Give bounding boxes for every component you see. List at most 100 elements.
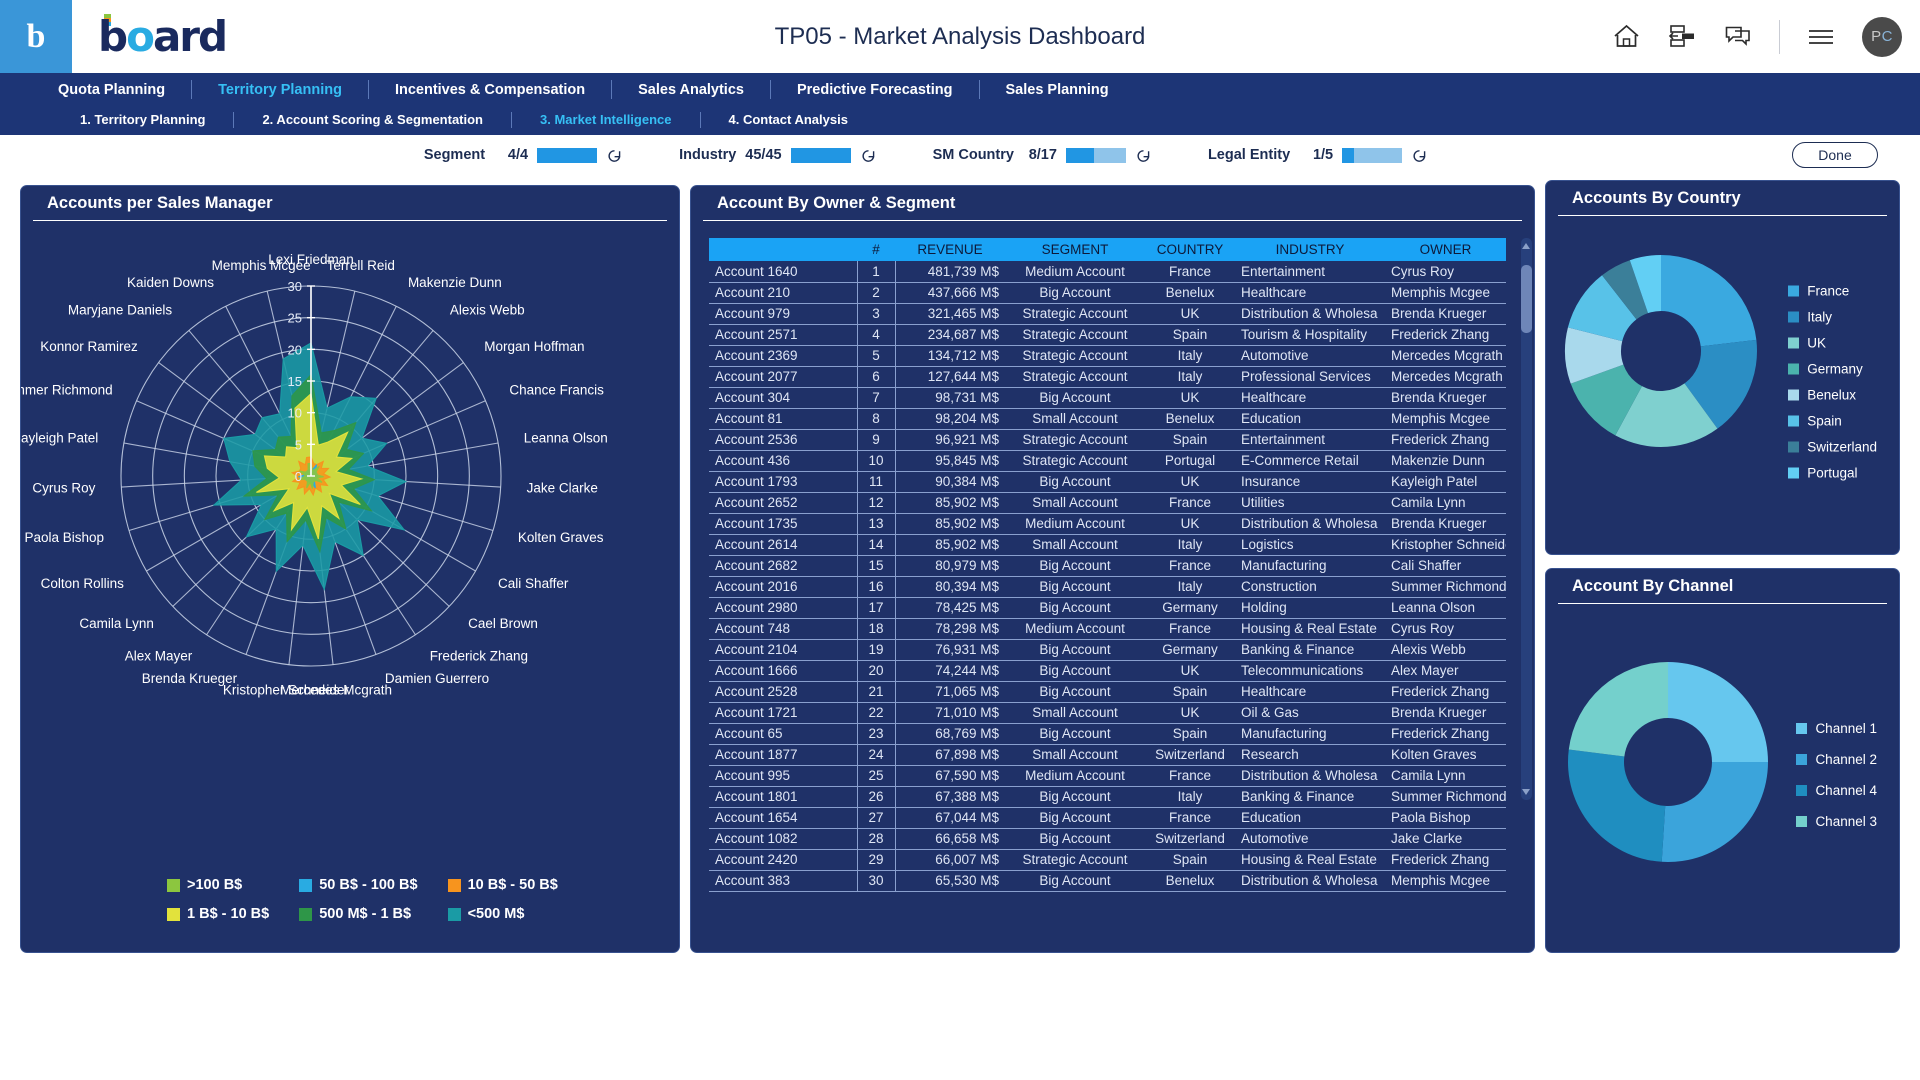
scroll-down-arrow-icon[interactable] — [1522, 789, 1530, 795]
donut-legend-item[interactable]: Italy — [1788, 309, 1877, 324]
nav-tab-predictive-forecasting[interactable]: Predictive Forecasting — [771, 82, 979, 98]
table-row[interactable]: Account 21041976,931 M$Big AccountGerman… — [709, 639, 1506, 660]
subnav-tab-2-account-scoring-segmentation[interactable]: 2. Account Scoring & Segmentation — [234, 112, 511, 127]
radar-legend-item[interactable]: 50 B$ - 100 B$ — [299, 877, 417, 893]
filter-industry[interactable]: Industry45/45 — [679, 147, 877, 164]
filter-reset-icon[interactable] — [606, 147, 623, 164]
table-row[interactable]: Account 9952567,590 M$Medium AccountFran… — [709, 765, 1506, 786]
column-header[interactable]: SEGMENT — [1005, 238, 1145, 261]
donut-legend-item[interactable]: Portugal — [1788, 465, 1877, 480]
layout-panel-icon[interactable] — [1667, 22, 1697, 52]
table-row[interactable]: Account 29801778,425 M$Big AccountGerman… — [709, 597, 1506, 618]
column-header[interactable]: INDUSTRY — [1235, 238, 1385, 261]
table-cell: Insurance — [1235, 471, 1385, 492]
nav-tab-quota-planning[interactable]: Quota Planning — [32, 82, 191, 98]
radar-legend-item[interactable]: >100 B$ — [167, 877, 269, 893]
table-row[interactable]: Account 9793321,465 M$Strategic AccountU… — [709, 303, 1506, 324]
radar-legend-item[interactable]: 500 M$ - 1 B$ — [299, 906, 417, 922]
table-row[interactable]: Account 304798,731 M$Big AccountUKHealth… — [709, 387, 1506, 408]
table-row[interactable]: Account 18772467,898 M$Small AccountSwit… — [709, 744, 1506, 765]
table-row[interactable]: Account 17212271,010 M$Small AccountUKOi… — [709, 702, 1506, 723]
nav-tab-territory-planning[interactable]: Territory Planning — [192, 82, 368, 98]
table-row[interactable]: Account 24202966,007 M$Strategic Account… — [709, 849, 1506, 870]
table-row[interactable]: Account 16662074,244 M$Big AccountUKTele… — [709, 660, 1506, 681]
board-brand-mark[interactable]: b — [0, 0, 72, 73]
table-row[interactable]: Account 25714234,687 M$Strategic Account… — [709, 324, 1506, 345]
table-row[interactable]: Account 23695134,712 M$Strategic Account… — [709, 345, 1506, 366]
filter-segment[interactable]: Segment4/4 — [424, 147, 623, 164]
column-header[interactable]: # — [857, 238, 895, 261]
filter-progress-bar[interactable] — [1066, 148, 1126, 163]
account-table[interactable]: #REVENUESEGMENTCOUNTRYINDUSTRYOWNER Acco… — [709, 238, 1506, 892]
home-icon[interactable] — [1611, 22, 1641, 52]
radar-legend-item[interactable]: 1 B$ - 10 B$ — [167, 906, 269, 922]
donut-legend-item[interactable]: Channel 3 — [1796, 814, 1877, 829]
donut-legend-item[interactable]: Switzerland — [1788, 439, 1877, 454]
filter-progress-bar[interactable] — [1342, 148, 1402, 163]
table-row[interactable]: Account 7481878,298 M$Medium AccountFran… — [709, 618, 1506, 639]
legend-label: 10 B$ - 50 B$ — [468, 877, 558, 893]
donut-legend-item[interactable]: Benelux — [1788, 387, 1877, 402]
hamburger-menu-icon[interactable] — [1806, 22, 1836, 52]
filter-progress-bar[interactable] — [537, 148, 597, 163]
table-scrollbar[interactable] — [1521, 238, 1532, 800]
subnav-tab-1-territory-planning[interactable]: 1. Territory Planning — [52, 112, 233, 127]
table-row[interactable]: Account 26521285,902 M$Small AccountFran… — [709, 492, 1506, 513]
table-row[interactable]: Account 2102437,666 M$Big AccountBenelux… — [709, 282, 1506, 303]
subnav-tab-4-contact-analysis[interactable]: 4. Contact Analysis — [701, 112, 876, 127]
scrollbar-thumb[interactable] — [1521, 265, 1532, 333]
column-header[interactable]: OWNER — [1385, 238, 1506, 261]
table-row[interactable]: Account 4361095,845 M$Strategic AccountP… — [709, 450, 1506, 471]
donut-slice[interactable] — [1662, 762, 1768, 862]
table-row[interactable]: Account 16542767,044 M$Big AccountFrance… — [709, 807, 1506, 828]
column-header[interactable] — [709, 238, 857, 261]
done-button[interactable]: Done — [1792, 142, 1878, 168]
donut-slice[interactable] — [1568, 749, 1665, 861]
filter-progress-bar[interactable] — [791, 148, 851, 163]
table-row[interactable]: Account 18012667,388 M$Big AccountItalyB… — [709, 786, 1506, 807]
column-header[interactable]: COUNTRY — [1145, 238, 1235, 261]
table-row[interactable]: Account 3833065,530 M$Big AccountBenelux… — [709, 870, 1506, 891]
donut-slice[interactable] — [1661, 255, 1756, 346]
nav-tab-sales-planning[interactable]: Sales Planning — [980, 82, 1135, 98]
filter-reset-icon[interactable] — [1135, 147, 1152, 164]
column-header[interactable]: REVENUE — [895, 238, 1005, 261]
nav-tab-sales-analytics[interactable]: Sales Analytics — [612, 82, 770, 98]
donut-legend-item[interactable]: Spain — [1788, 413, 1877, 428]
radar-chart[interactable]: 051015202530Lexi FriedmanTerrell ReidMak… — [21, 221, 679, 833]
table-row[interactable]: Account 26141485,902 M$Small AccountItal… — [709, 534, 1506, 555]
table-row[interactable]: Account 26821580,979 M$Big AccountFrance… — [709, 555, 1506, 576]
donut-legend-item[interactable]: Channel 2 — [1796, 752, 1877, 767]
table-row[interactable]: Account 2536996,921 M$Strategic AccountS… — [709, 429, 1506, 450]
user-avatar[interactable]: PC — [1862, 17, 1902, 57]
donut-slice[interactable] — [1569, 662, 1668, 756]
subnav-tab-3-market-intelligence[interactable]: 3. Market Intelligence — [512, 112, 700, 127]
table-row[interactable]: Account 10822866,658 M$Big AccountSwitze… — [709, 828, 1506, 849]
chat-icon[interactable] — [1723, 22, 1753, 52]
country-donut-body[interactable]: France Italy UK Germany Benelux Spain Switzerl… — [1546, 216, 1899, 547]
table-row[interactable]: Account 20161680,394 M$Big AccountItalyC… — [709, 576, 1506, 597]
donut-legend-item[interactable]: France — [1788, 283, 1877, 298]
donut-legend-item[interactable]: Channel 1 — [1796, 721, 1877, 736]
donut-slice[interactable] — [1668, 662, 1768, 762]
donut-legend-item[interactable]: UK — [1788, 335, 1877, 350]
legend-swatch — [1788, 441, 1799, 452]
table-row[interactable]: Account 20776127,644 M$Strategic Account… — [709, 366, 1506, 387]
channel-donut-body[interactable]: Channel 1 Channel 2 Channel 4 Channel 3 — [1546, 604, 1899, 945]
donut-legend-item[interactable]: Channel 4 — [1796, 783, 1877, 798]
table-row[interactable]: Account 17351385,902 M$Medium AccountUKD… — [709, 513, 1506, 534]
donut-legend-item[interactable]: Germany — [1788, 361, 1877, 376]
table-row[interactable]: Account 16401481,739 M$Medium AccountFra… — [709, 261, 1506, 282]
filter-reset-icon[interactable] — [860, 147, 877, 164]
table-row[interactable]: Account 652368,769 M$Big AccountSpainMan… — [709, 723, 1506, 744]
radar-legend-item[interactable]: 10 B$ - 50 B$ — [448, 877, 558, 893]
table-row[interactable]: Account 81898,204 M$Small AccountBenelux… — [709, 408, 1506, 429]
filter-reset-icon[interactable] — [1411, 147, 1428, 164]
filter-sm-country[interactable]: SM Country8/17 — [933, 147, 1152, 164]
nav-tab-incentives-compensation[interactable]: Incentives & Compensation — [369, 82, 611, 98]
scroll-up-arrow-icon[interactable] — [1522, 243, 1530, 249]
radar-legend-item[interactable]: <500 M$ — [448, 906, 558, 922]
table-row[interactable]: Account 25282171,065 M$Big AccountSpainH… — [709, 681, 1506, 702]
filter-legal-entity[interactable]: Legal Entity1/5 — [1208, 147, 1428, 164]
table-row[interactable]: Account 17931190,384 M$Big AccountUKInsu… — [709, 471, 1506, 492]
